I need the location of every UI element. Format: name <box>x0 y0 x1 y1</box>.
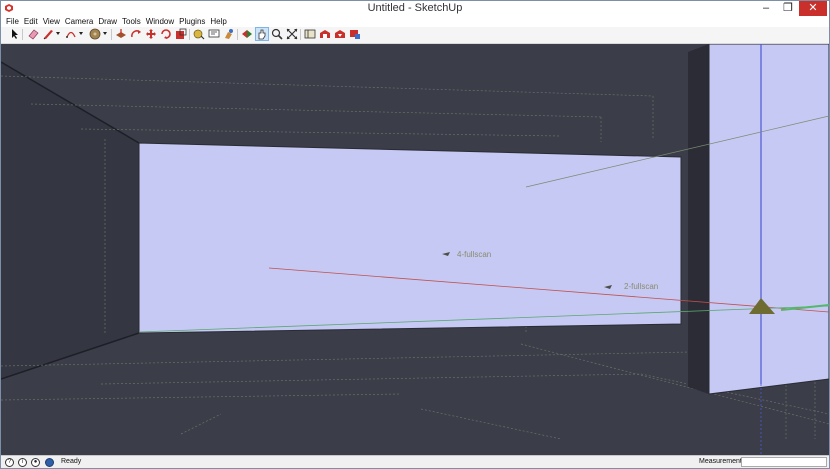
menu-window[interactable]: Window <box>146 17 174 27</box>
slab-front-face[interactable] <box>708 44 829 395</box>
toolbar-separator <box>111 29 112 40</box>
model-viewport[interactable]: 4-fullscan 2-fullscan <box>1 44 829 455</box>
scale-tool-icon[interactable] <box>175 28 187 40</box>
share-model-tool-icon[interactable] <box>334 28 346 40</box>
text-tool-icon[interactable] <box>208 28 220 40</box>
orbit-tool-icon[interactable] <box>241 28 253 40</box>
follow-me-tool-icon[interactable] <box>160 28 172 40</box>
push-pull-tool-icon[interactable] <box>115 28 127 40</box>
toolbar-separator <box>22 29 23 40</box>
menu-bar: File Edit View Camera Draw Tools Window … <box>1 16 829 27</box>
sketchup-window: Untitled - SketchUp – ❐ ✕ File Edit View… <box>0 0 830 469</box>
status-text: Ready <box>61 458 82 465</box>
slab-side-face <box>688 44 709 394</box>
minimize-button[interactable]: – <box>755 1 777 16</box>
toolbar-separator <box>189 29 190 40</box>
pencil-dropdown-icon[interactable] <box>56 32 60 35</box>
eraser-tool-icon[interactable] <box>27 28 39 40</box>
menu-file[interactable]: File <box>6 17 19 27</box>
pan-tool-icon[interactable] <box>255 27 269 41</box>
paint-tool-icon[interactable] <box>223 28 235 40</box>
close-button[interactable]: ✕ <box>799 1 827 16</box>
menu-plugins[interactable]: Plugins <box>179 17 205 27</box>
toolbar <box>1 27 829 44</box>
help-icon[interactable]: ? <box>5 458 14 467</box>
arc-tool-icon[interactable] <box>65 28 77 40</box>
zoom-extents-tool-icon[interactable] <box>286 28 298 40</box>
title-bar: Untitled - SketchUp – ❐ ✕ <box>1 1 829 16</box>
maximize-button[interactable]: ❐ <box>777 1 799 16</box>
scan-face-main[interactable] <box>138 142 682 334</box>
measurements-label: Measurements <box>699 458 746 465</box>
toolbar-separator <box>237 29 238 40</box>
menu-help[interactable]: Help <box>210 17 226 27</box>
zoom-tool-icon[interactable] <box>271 28 283 40</box>
components-tool-icon[interactable] <box>304 28 316 40</box>
menu-camera[interactable]: Camera <box>65 17 93 27</box>
window-title: Untitled - SketchUp <box>367 2 463 14</box>
pencil-line-tool-icon[interactable] <box>42 28 54 40</box>
paint-bucket-tool-icon[interactable] <box>89 28 101 40</box>
menu-draw[interactable]: Draw <box>98 17 117 27</box>
paint-dropdown-icon[interactable] <box>103 32 107 35</box>
user-icon[interactable]: ● <box>31 458 40 467</box>
geo-location-icon[interactable] <box>45 458 54 467</box>
tape-measure-tool-icon[interactable] <box>193 28 205 40</box>
extension-tool-icon[interactable] <box>349 28 361 40</box>
info-icon[interactable]: i <box>18 458 27 467</box>
select-tool-icon[interactable] <box>9 28 21 40</box>
scan-label-4-fullscan[interactable]: 4-fullscan <box>457 250 491 259</box>
status-bar: ? i ● Ready Measurements <box>1 455 829 468</box>
menu-view[interactable]: View <box>43 17 60 27</box>
left-wall-face <box>1 62 139 379</box>
move-tool-icon[interactable] <box>145 28 157 40</box>
menu-tools[interactable]: Tools <box>122 17 141 27</box>
toolbar-separator <box>300 29 301 40</box>
menu-edit[interactable]: Edit <box>24 17 38 27</box>
warehouse-tool-icon[interactable] <box>319 28 331 40</box>
scene-canvas[interactable] <box>1 44 829 455</box>
arc-dropdown-icon[interactable] <box>79 32 83 35</box>
measurements-input[interactable] <box>741 457 827 467</box>
rotate-tool-icon[interactable] <box>130 28 142 40</box>
scan-label-2-fullscan[interactable]: 2-fullscan <box>624 282 658 291</box>
